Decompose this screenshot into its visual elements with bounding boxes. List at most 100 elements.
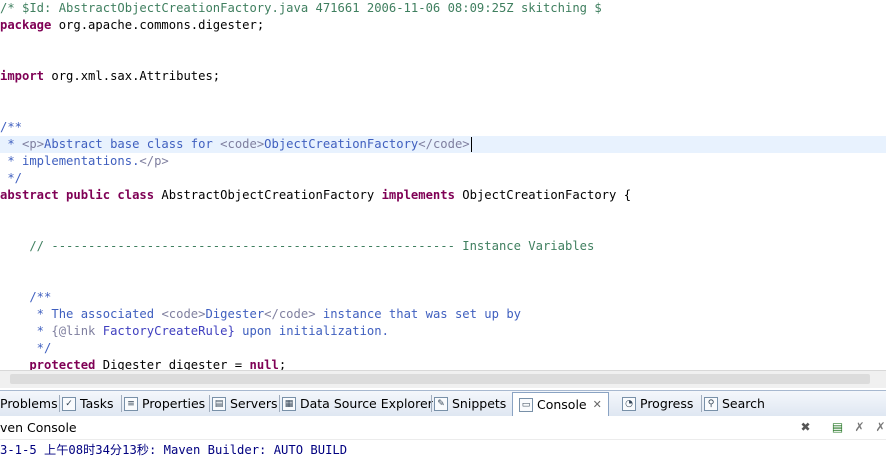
code-token: FactoryCreateRule}: [95, 324, 235, 338]
data-source-icon: ▦: [282, 396, 296, 411]
code-line[interactable]: /**: [0, 289, 886, 306]
code-line[interactable]: // -------------------------------------…: [0, 238, 886, 255]
code-token: AbstractObjectCreationFactory: [154, 188, 382, 202]
tab-label: Snippets: [452, 396, 507, 411]
horizontal-scrollbar[interactable]: [0, 370, 886, 388]
progress-icon: ◔: [622, 396, 636, 411]
code-line[interactable]: [0, 221, 886, 238]
code-token: import: [0, 69, 45, 83]
tab-properties[interactable]: ≡ Properties: [124, 393, 205, 414]
tab-label: Tasks: [80, 396, 114, 411]
tab-console[interactable]: ▭ Console ✕: [512, 392, 609, 416]
code-token: instance that was set up by: [315, 307, 521, 321]
code-line[interactable]: * implementations.</p>: [0, 153, 886, 170]
code-line[interactable]: package org.apache.commons.digester;: [0, 17, 886, 34]
tab-separator: [209, 395, 210, 412]
code-line[interactable]: [0, 102, 886, 119]
code-token: Abstract base class for: [44, 137, 221, 151]
code-token: upon initialization.: [234, 324, 389, 338]
console-title: ven Console: [0, 420, 77, 435]
tab-label: Progress: [640, 396, 694, 411]
code-token: implements: [381, 188, 455, 202]
code-token: protected: [0, 358, 96, 370]
code-line[interactable]: import org.xml.sax.Attributes;: [0, 68, 886, 85]
tab-problems[interactable]: Problems: [0, 393, 58, 414]
terminate-icon[interactable]: ✖: [798, 420, 813, 435]
properties-icon: ≡: [124, 396, 138, 411]
code-token: package: [0, 18, 52, 32]
tab-servers[interactable]: ▤ Servers: [212, 393, 278, 414]
code-token: </code>: [418, 137, 470, 151]
tasks-icon: ✓: [62, 396, 76, 411]
code-line[interactable]: [0, 272, 886, 289]
tab-snippets[interactable]: ✎ Snippets: [434, 393, 506, 414]
code-token: *: [0, 137, 23, 151]
tab-search[interactable]: ⚲ Search: [704, 393, 765, 414]
code-line[interactable]: protected Digester digester = null;: [0, 357, 886, 370]
scrollbar-thumb[interactable]: [10, 374, 870, 384]
code-token: </p>: [139, 154, 169, 168]
code-line[interactable]: * {@link FactoryCreateRule} upon initial…: [0, 323, 886, 340]
code-line[interactable]: */: [0, 170, 886, 187]
tab-tasks[interactable]: ✓ Tasks: [62, 393, 114, 414]
code-token: * implementations.: [0, 154, 140, 168]
code-token: */: [0, 171, 23, 185]
code-token: null: [249, 358, 279, 370]
console-output: 3-1-5 上午08时34分13秒: Maven Builder: AUTO B…: [0, 443, 348, 457]
close-icon[interactable]: ✕: [593, 394, 602, 415]
text-caret: [470, 137, 472, 152]
tab-separator: [701, 395, 702, 412]
code-token: <code>: [220, 137, 265, 151]
view-tab-bar: Problems ✓ Tasks ≡ Properties ▤ Servers ▦ Data S…: [0, 390, 886, 417]
code-token: ObjectCreationFactory {: [454, 188, 632, 202]
tab-label: Servers: [230, 396, 278, 411]
code-token: Digester digester =: [95, 358, 250, 370]
code-line[interactable]: [0, 85, 886, 102]
code-token: /**: [0, 120, 23, 134]
tab-separator: [59, 395, 60, 412]
code-token: Digester: [205, 307, 265, 321]
tab-progress[interactable]: ◔ Progress: [622, 393, 693, 414]
code-line[interactable]: * The associated <code>Digester</code> i…: [0, 306, 886, 323]
code-line[interactable]: [0, 255, 886, 272]
code-token: <p>: [22, 137, 45, 151]
code-line[interactable]: [0, 34, 886, 51]
tab-separator: [279, 395, 280, 412]
code-token: {@link: [51, 324, 96, 338]
console-icon: ▭: [519, 397, 533, 412]
code-token: // -------------------------------------…: [0, 239, 595, 253]
code-token: *: [0, 324, 52, 338]
code-token: org.xml.sax.Attributes;: [44, 69, 221, 83]
tab-label: Problems: [0, 396, 58, 411]
tab-separator: [121, 395, 122, 412]
code-token: org.apache.commons.digester;: [51, 18, 265, 32]
console-header: ven Console ✖ ▤ ✗ ✗: [0, 416, 886, 440]
code-line[interactable]: */: [0, 340, 886, 357]
tab-separator: [431, 395, 432, 412]
code-token: /**: [0, 290, 52, 304]
tab-label: Search: [722, 396, 765, 411]
tab-label: Data Source Explorer: [300, 396, 433, 411]
code-token: <code>: [161, 307, 206, 321]
code-line[interactable]: /**: [0, 119, 886, 136]
code-token: </code>: [264, 307, 316, 321]
tab-data-source-explorer[interactable]: ▦ Data Source Explorer: [282, 393, 433, 414]
code-line[interactable]: [0, 204, 886, 221]
remove-all-icon[interactable]: ✗: [873, 420, 886, 435]
code-token: * The associated: [0, 307, 162, 321]
tab-label: Properties: [142, 396, 206, 411]
snippets-icon: ✎: [434, 396, 448, 411]
code-line[interactable]: /* $Id: AbstractObjectCreationFactory.ja…: [0, 0, 886, 17]
remove-launch-icon[interactable]: ✗: [852, 420, 867, 435]
servers-icon: ▤: [212, 396, 226, 411]
clear-console-icon[interactable]: ▤: [830, 420, 845, 435]
code-token: ObjectCreationFactory: [264, 137, 419, 151]
code-line[interactable]: abstract public class AbstractObjectCrea…: [0, 187, 886, 204]
code-token: ;: [278, 358, 287, 370]
code-token: */: [0, 341, 52, 355]
code-editor[interactable]: /* $Id: AbstractObjectCreationFactory.ja…: [0, 0, 886, 370]
code-token: /* $Id: AbstractObjectCreationFactory.ja…: [0, 1, 602, 15]
code-line[interactable]: [0, 51, 886, 68]
code-line[interactable]: * <p>Abstract base class for <code>Objec…: [0, 136, 886, 153]
tab-label: Console: [537, 397, 587, 412]
